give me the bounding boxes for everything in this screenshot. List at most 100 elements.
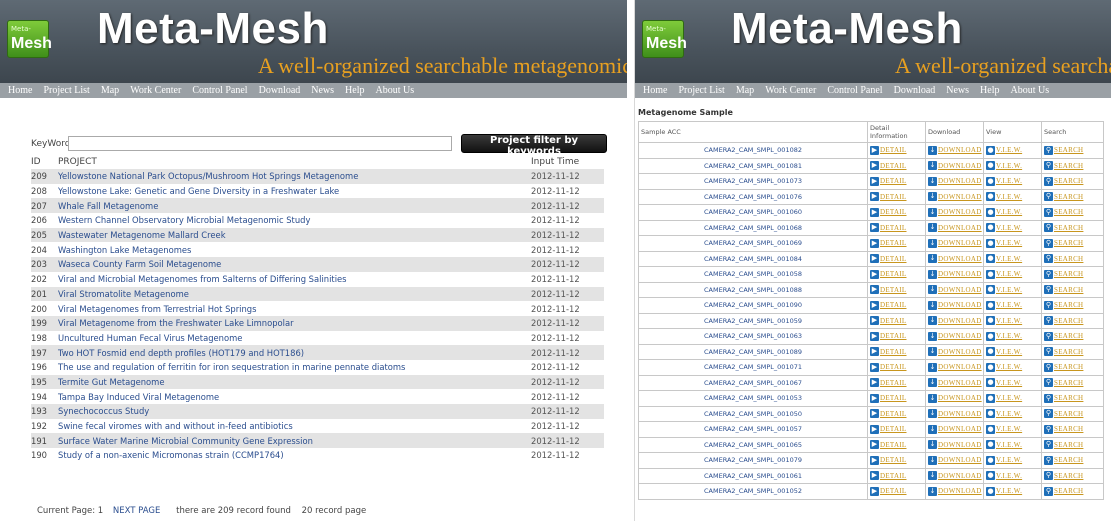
view-button[interactable]: ● V.I.E.W. bbox=[986, 145, 1022, 155]
download-button[interactable]: ↓ DOWNLOAD bbox=[928, 471, 982, 481]
project-name-link[interactable]: Yellowstone Lake: Genetic and Gene Diver… bbox=[58, 184, 531, 199]
search-button[interactable]: ⚲ SEARCH bbox=[1044, 254, 1083, 264]
sample-acc-link[interactable]: CAMERA2_CAM_SMPL_001084 bbox=[638, 250, 868, 267]
project-name-link[interactable]: Western Channel Observatory Microbial Me… bbox=[58, 213, 531, 228]
nav-control-panel[interactable]: Control Panel bbox=[827, 85, 882, 96]
sample-acc-link[interactable]: CAMERA2_CAM_SMPL_001076 bbox=[638, 188, 868, 205]
table-row[interactable]: 192 Swine fecal viromes with and without … bbox=[31, 418, 604, 434]
table-row[interactable]: 190 Study of a non-axenic Micromonas stra… bbox=[31, 448, 604, 463]
detail-button[interactable]: ▶ DETAIL bbox=[870, 285, 907, 295]
sample-acc-link[interactable]: CAMERA2_CAM_SMPL_001060 bbox=[638, 204, 868, 221]
search-button[interactable]: ⚲ SEARCH bbox=[1044, 145, 1083, 155]
detail-button[interactable]: ▶ DETAIL bbox=[870, 269, 907, 279]
download-button[interactable]: ↓ DOWNLOAD bbox=[928, 176, 982, 186]
nav-download[interactable]: Download bbox=[259, 85, 301, 96]
view-button[interactable]: ● V.I.E.W. bbox=[986, 409, 1022, 419]
sample-acc-link[interactable]: CAMERA2_CAM_SMPL_001071 bbox=[638, 359, 868, 376]
project-name-link[interactable]: Viral and Microbial Metagenomes from Sal… bbox=[58, 272, 531, 287]
project-name-link[interactable]: Whale Fall Metagenome bbox=[58, 198, 531, 213]
download-button[interactable]: ↓ DOWNLOAD bbox=[928, 378, 982, 388]
detail-button[interactable]: ▶ DETAIL bbox=[870, 471, 907, 481]
view-button[interactable]: ● V.I.E.W. bbox=[986, 471, 1022, 481]
detail-button[interactable]: ▶ DETAIL bbox=[870, 145, 907, 155]
view-button[interactable]: ● V.I.E.W. bbox=[986, 300, 1022, 310]
project-name-link[interactable]: Uncultured Human Fecal Virus Metagenome bbox=[58, 331, 531, 346]
view-button[interactable]: ● V.I.E.W. bbox=[986, 486, 1022, 496]
sample-acc-link[interactable]: CAMERA2_CAM_SMPL_001053 bbox=[638, 390, 868, 407]
view-button[interactable]: ● V.I.E.W. bbox=[986, 440, 1022, 450]
project-name-link[interactable]: Surface Water Marine Microbial Community… bbox=[58, 433, 531, 448]
nav-news[interactable]: News bbox=[946, 85, 969, 96]
download-button[interactable]: ↓ DOWNLOAD bbox=[928, 300, 982, 310]
sample-acc-link[interactable]: CAMERA2_CAM_SMPL_001061 bbox=[638, 467, 868, 484]
view-button[interactable]: ● V.I.E.W. bbox=[986, 362, 1022, 372]
download-button[interactable]: ↓ DOWNLOAD bbox=[928, 316, 982, 326]
table-row[interactable]: 201 Viral Stromatolite Metagenome 2012-11-… bbox=[31, 286, 604, 302]
view-button[interactable]: ● V.I.E.W. bbox=[986, 161, 1022, 171]
detail-button[interactable]: ▶ DETAIL bbox=[870, 161, 907, 171]
download-button[interactable]: ↓ DOWNLOAD bbox=[928, 455, 982, 465]
view-button[interactable]: ● V.I.E.W. bbox=[986, 238, 1022, 248]
nav-download[interactable]: Download bbox=[894, 85, 936, 96]
search-button[interactable]: ⚲ SEARCH bbox=[1044, 238, 1083, 248]
sample-acc-link[interactable]: CAMERA2_CAM_SMPL_001082 bbox=[638, 142, 868, 159]
download-button[interactable]: ↓ DOWNLOAD bbox=[928, 362, 982, 372]
table-row[interactable]: 198 Uncultured Human Fecal Virus Metageno… bbox=[31, 330, 604, 346]
sample-acc-link[interactable]: CAMERA2_CAM_SMPL_001059 bbox=[638, 312, 868, 329]
view-button[interactable]: ● V.I.E.W. bbox=[986, 424, 1022, 434]
table-row[interactable]: 209 Yellowstone National Park Octopus/Mus… bbox=[31, 169, 604, 184]
view-button[interactable]: ● V.I.E.W. bbox=[986, 393, 1022, 403]
detail-button[interactable]: ▶ DETAIL bbox=[870, 378, 907, 388]
project-name-link[interactable]: Swine fecal viromes with and without in-… bbox=[58, 419, 531, 434]
view-button[interactable]: ● V.I.E.W. bbox=[986, 285, 1022, 295]
project-name-link[interactable]: Two HOT Fosmid end depth profiles (HOT17… bbox=[58, 345, 531, 360]
meta-mesh-logo[interactable]: Meta- Mesh bbox=[7, 20, 52, 58]
table-row[interactable]: 208 Yellowstone Lake: Genetic and Gene Di… bbox=[31, 183, 604, 199]
project-filter-button[interactable]: Project filter by keywords bbox=[461, 134, 607, 157]
download-button[interactable]: ↓ DOWNLOAD bbox=[928, 285, 982, 295]
search-button[interactable]: ⚲ SEARCH bbox=[1044, 316, 1083, 326]
sample-acc-link[interactable]: CAMERA2_CAM_SMPL_001079 bbox=[638, 452, 868, 469]
table-row[interactable]: 203 Waseca County Farm Soil Metagenome 201… bbox=[31, 257, 604, 272]
search-button[interactable]: ⚲ SEARCH bbox=[1044, 455, 1083, 465]
search-button[interactable]: ⚲ SEARCH bbox=[1044, 192, 1083, 202]
sample-acc-link[interactable]: CAMERA2_CAM_SMPL_001065 bbox=[638, 436, 868, 453]
search-button[interactable]: ⚲ SEARCH bbox=[1044, 347, 1083, 357]
detail-button[interactable]: ▶ DETAIL bbox=[870, 316, 907, 326]
table-row[interactable]: 206 Western Channel Observatory Microbial… bbox=[31, 213, 604, 228]
search-button[interactable]: ⚲ SEARCH bbox=[1044, 378, 1083, 388]
table-row[interactable]: 197 Two HOT Fosmid end depth profiles (HO… bbox=[31, 345, 604, 360]
nav-map[interactable]: Map bbox=[101, 85, 119, 96]
download-button[interactable]: ↓ DOWNLOAD bbox=[928, 207, 982, 217]
keyword-input[interactable] bbox=[68, 136, 452, 151]
project-name-link[interactable]: Yellowstone National Park Octopus/Mushro… bbox=[58, 169, 531, 184]
sample-acc-link[interactable]: CAMERA2_CAM_SMPL_001088 bbox=[638, 281, 868, 298]
table-row[interactable]: 191 Surface Water Marine Microbial Commun… bbox=[31, 433, 604, 449]
download-button[interactable]: ↓ DOWNLOAD bbox=[928, 393, 982, 403]
detail-button[interactable]: ▶ DETAIL bbox=[870, 223, 907, 233]
detail-button[interactable]: ▶ DETAIL bbox=[870, 238, 907, 248]
project-name-link[interactable]: The use and regulation of ferritin for i… bbox=[58, 360, 531, 375]
sample-acc-link[interactable]: CAMERA2_CAM_SMPL_001068 bbox=[638, 219, 868, 236]
view-button[interactable]: ● V.I.E.W. bbox=[986, 207, 1022, 217]
table-row[interactable]: 204 Washington Lake Metagenomes 2012-11-12 bbox=[31, 242, 604, 258]
download-button[interactable]: ↓ DOWNLOAD bbox=[928, 269, 982, 279]
project-name-link[interactable]: Waseca County Farm Soil Metagenome bbox=[58, 257, 531, 272]
detail-button[interactable]: ▶ DETAIL bbox=[870, 176, 907, 186]
detail-button[interactable]: ▶ DETAIL bbox=[870, 331, 907, 341]
next-page-link[interactable]: NEXT PAGE bbox=[113, 506, 161, 516]
table-row[interactable]: 200 Viral Metagenomes from Terrestrial Ho… bbox=[31, 301, 604, 316]
project-name-link[interactable]: Washington Lake Metagenomes bbox=[58, 242, 531, 257]
nav-home[interactable]: Home bbox=[643, 85, 667, 96]
search-button[interactable]: ⚲ SEARCH bbox=[1044, 331, 1083, 341]
nav-about-us[interactable]: About Us bbox=[376, 85, 415, 96]
sample-acc-link[interactable]: CAMERA2_CAM_SMPL_001058 bbox=[638, 266, 868, 283]
nav-project-list[interactable]: Project List bbox=[43, 85, 89, 96]
download-button[interactable]: ↓ DOWNLOAD bbox=[928, 486, 982, 496]
view-button[interactable]: ● V.I.E.W. bbox=[986, 455, 1022, 465]
search-button[interactable]: ⚲ SEARCH bbox=[1044, 362, 1083, 372]
sample-acc-link[interactable]: CAMERA2_CAM_SMPL_001050 bbox=[638, 405, 868, 422]
project-name-link[interactable]: Viral Metagenomes from Terrestrial Hot S… bbox=[58, 301, 531, 316]
view-button[interactable]: ● V.I.E.W. bbox=[986, 223, 1022, 233]
detail-button[interactable]: ▶ DETAIL bbox=[870, 455, 907, 465]
